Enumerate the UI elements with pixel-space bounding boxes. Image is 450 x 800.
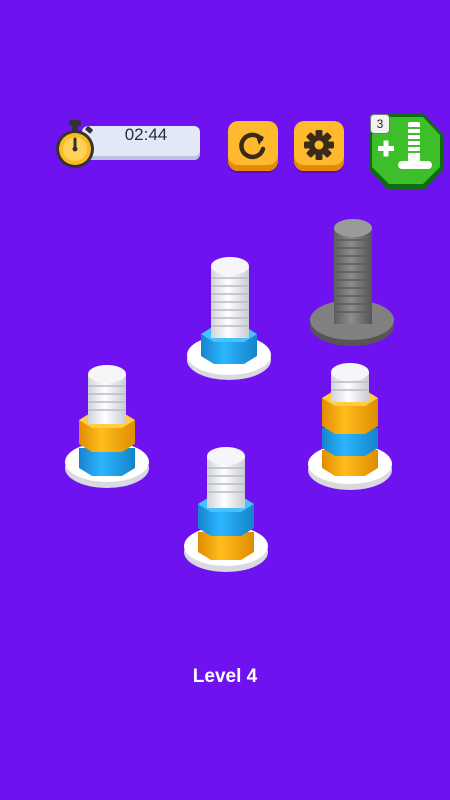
bolt-right-hitbox[interactable] (307, 362, 393, 492)
timer: 02:44 (52, 118, 202, 170)
timer-value: 02:44 (124, 125, 168, 144)
gear-icon (304, 130, 334, 160)
settings-button[interactable] (294, 121, 344, 171)
stopwatch-icon (56, 120, 94, 168)
level-label: Level 4 (192, 666, 258, 687)
restart-button[interactable] (228, 121, 278, 171)
bolt-top-center-hitbox[interactable] (186, 255, 272, 383)
restart-icon (239, 132, 266, 160)
add-bolt-count-badge: 3 (370, 114, 390, 134)
bolt-bottom-center-hitbox[interactable] (183, 446, 269, 574)
bolt-left-hitbox[interactable] (64, 364, 150, 490)
bolt-gray-locked-hitbox[interactable] (310, 218, 396, 346)
add-bolt-button[interactable]: 3 (368, 112, 444, 192)
